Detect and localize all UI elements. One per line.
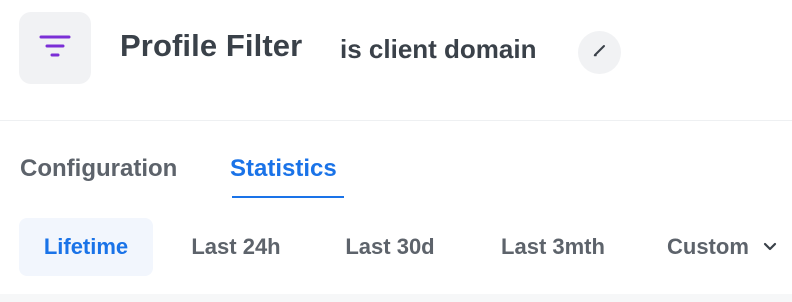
content-area-edge bbox=[0, 294, 792, 302]
filter-icon-tile bbox=[19, 12, 91, 84]
range-label: Last 24h bbox=[191, 234, 281, 259]
filter-details-page: Profile Filter is client domain Configur… bbox=[0, 0, 792, 302]
edit-button[interactable] bbox=[578, 31, 621, 74]
range-label: Lifetime bbox=[43, 234, 129, 259]
time-range-selector: Lifetime Last 24h Last 30d Last 3mth Cus… bbox=[0, 218, 792, 276]
header-divider bbox=[0, 120, 792, 121]
active-tab-indicator bbox=[232, 196, 344, 198]
chevron-down-icon bbox=[763, 242, 777, 252]
filter-icon bbox=[38, 34, 72, 63]
header: Profile Filter is client domain bbox=[0, 0, 792, 120]
range-last-3mth[interactable]: Last 3mth bbox=[482, 218, 624, 276]
pencil-icon bbox=[592, 42, 608, 63]
range-last-24h[interactable]: Last 24h bbox=[173, 218, 299, 276]
range-custom-dropdown[interactable]: Custom bbox=[650, 218, 792, 276]
tab-bar: Configuration Statistics bbox=[0, 150, 792, 200]
filter-condition: is client domain bbox=[340, 34, 537, 64]
range-label: Last 3mth bbox=[501, 234, 605, 259]
range-label: Last 30d bbox=[345, 234, 435, 259]
page-title: Profile Filter bbox=[120, 28, 303, 63]
range-label: Custom bbox=[667, 234, 749, 259]
range-last-30d[interactable]: Last 30d bbox=[325, 218, 455, 276]
range-lifetime[interactable]: Lifetime bbox=[19, 218, 153, 276]
tab-configuration[interactable]: Configuration bbox=[20, 155, 177, 183]
tab-statistics[interactable]: Statistics bbox=[230, 155, 337, 183]
